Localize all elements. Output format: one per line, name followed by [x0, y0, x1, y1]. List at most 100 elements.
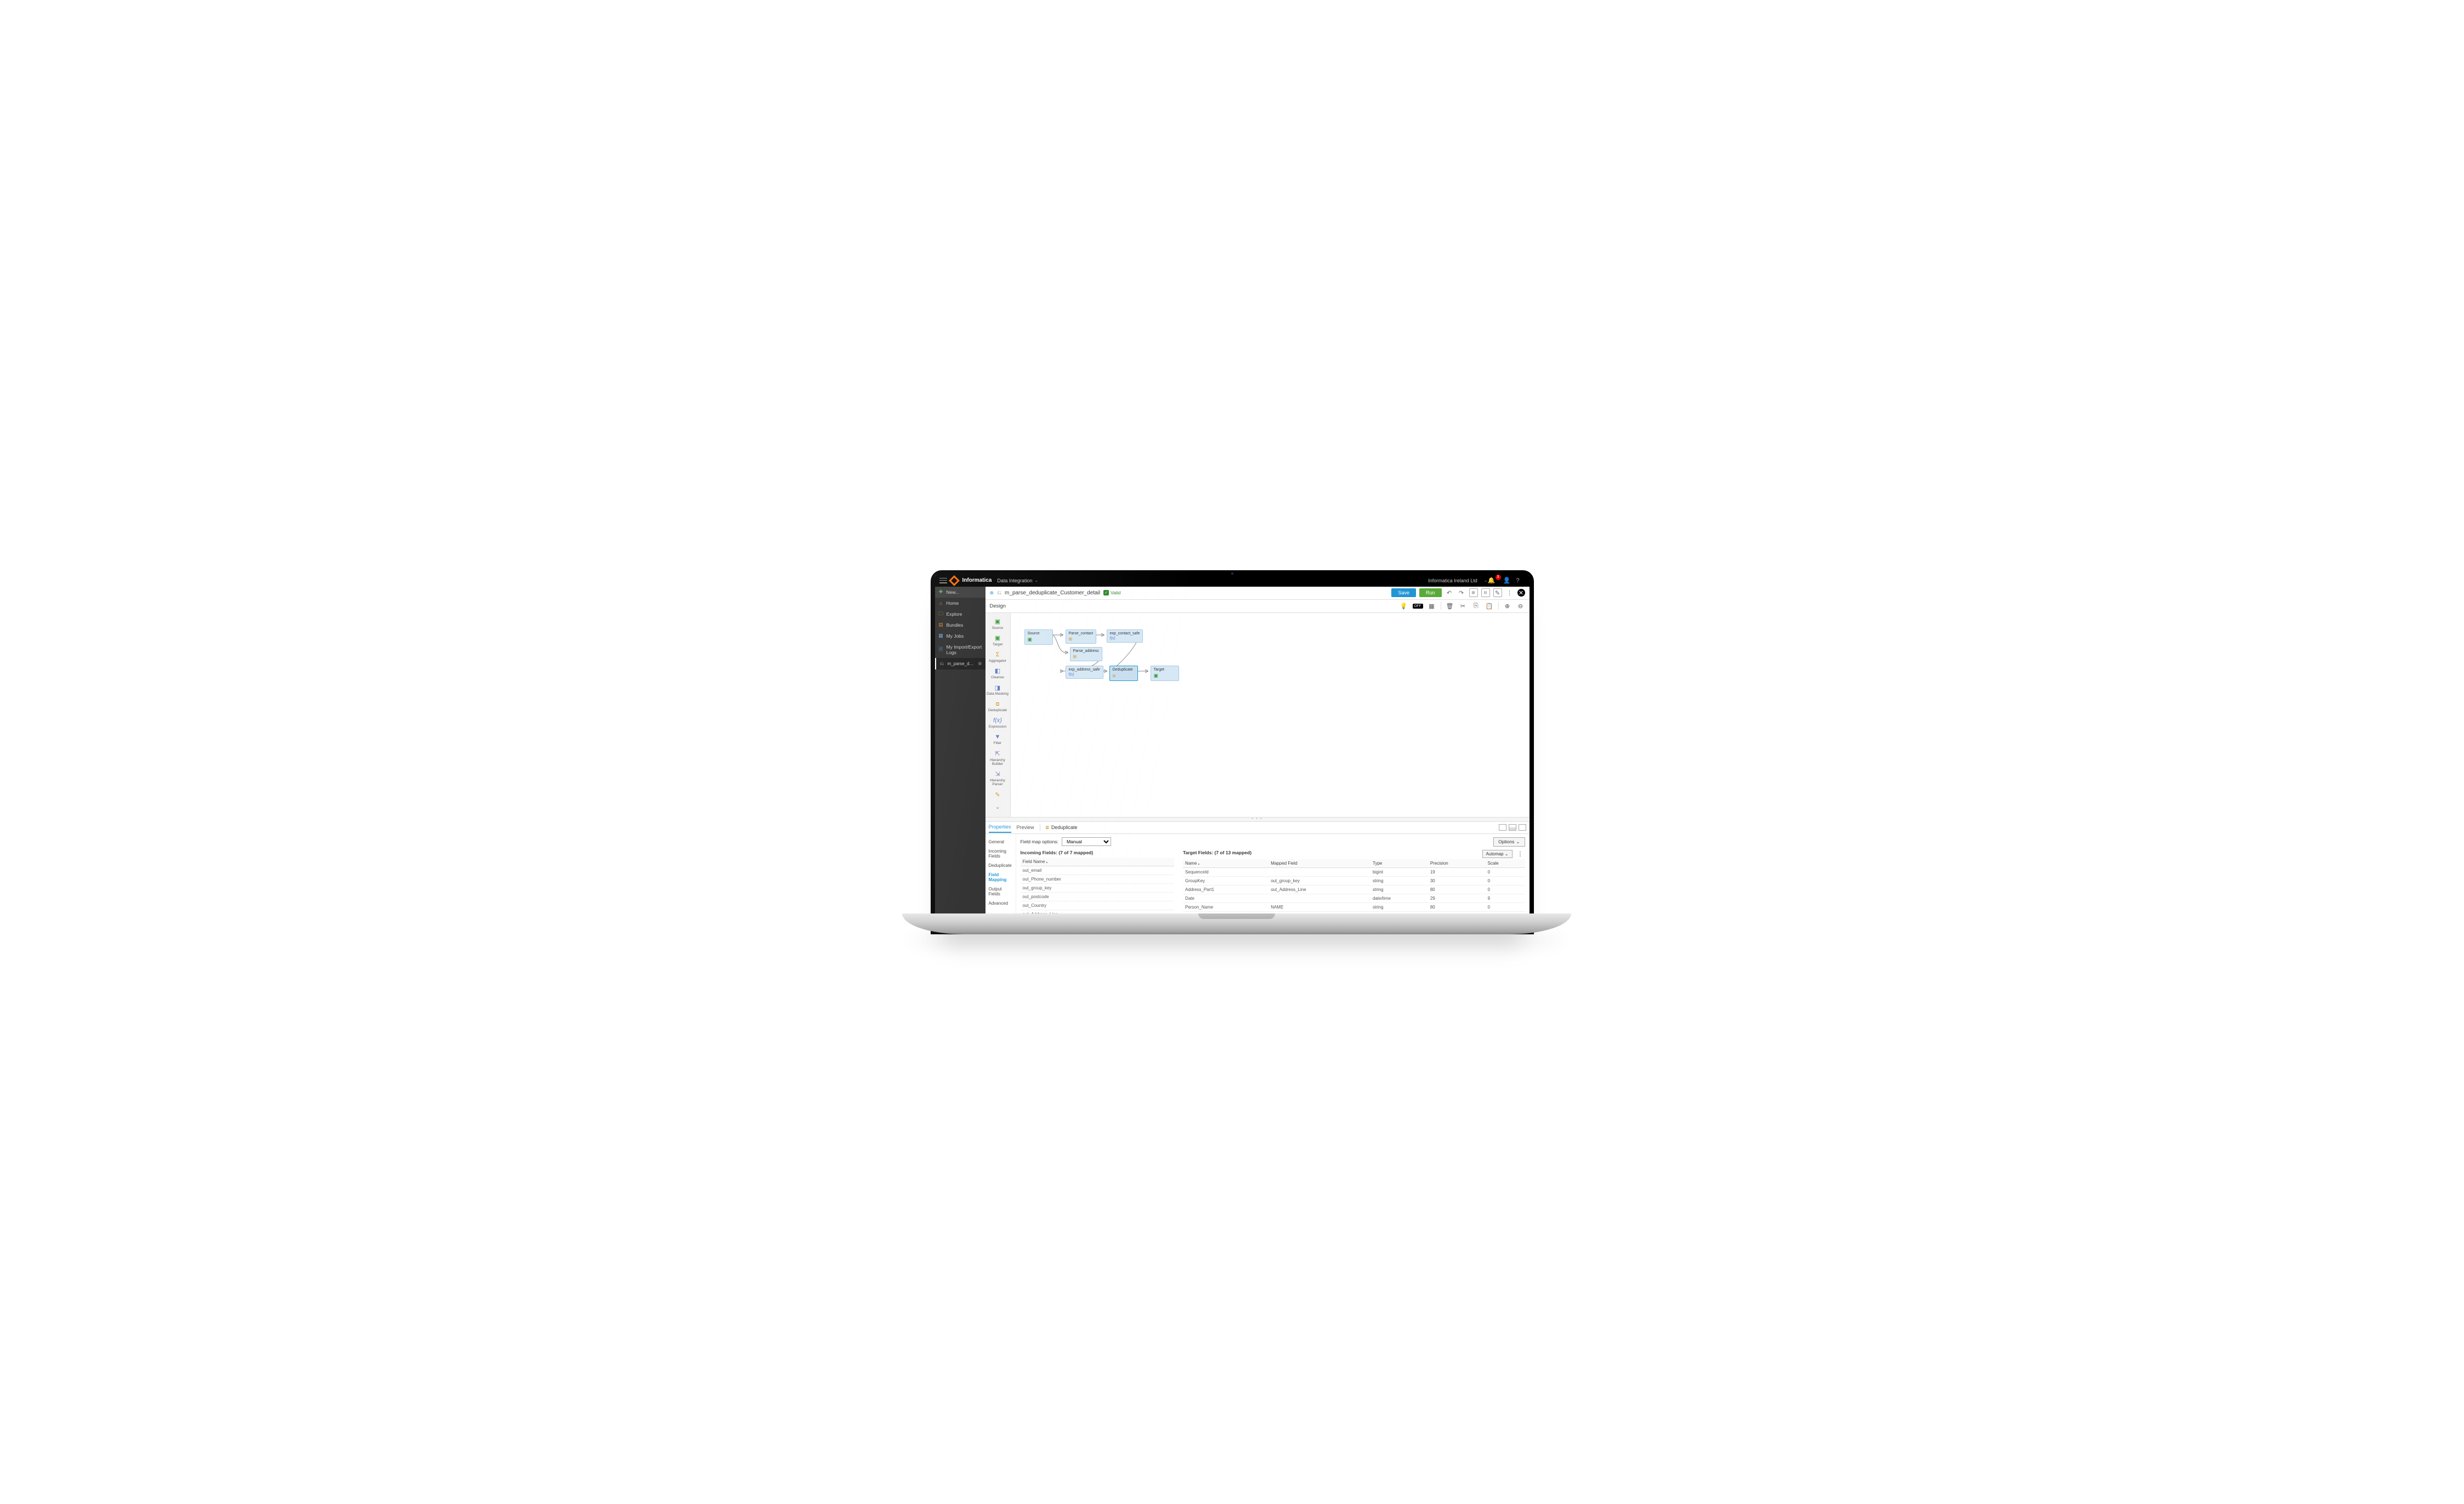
table-row[interactable]: Person_NameNAMEstring800 — [1183, 903, 1525, 911]
pnav-advanced[interactable]: Advanced — [985, 899, 1016, 908]
table-row[interactable]: out_Phone_number — [1021, 875, 1175, 883]
org-name[interactable]: Informatica Ireland Ltd — [1428, 578, 1477, 583]
hamburger-icon[interactable] — [939, 578, 947, 583]
palette-cleanse[interactable]: ◧Cleanse — [987, 666, 1009, 681]
expand-icon[interactable]: ⊕ — [990, 590, 994, 596]
notifications-button[interactable]: 🔔 3 — [1488, 577, 1499, 584]
sidebar-item-myjobs[interactable]: ▦ My Jobs — [935, 631, 985, 642]
palette-hierarchy-builder[interactable]: ⇱Hierarchy Builder — [987, 748, 1009, 768]
palette-more[interactable]: ✎ — [987, 789, 1009, 800]
options-button[interactable]: Options⌄ — [1493, 837, 1525, 847]
palette-source[interactable]: ▣Source — [987, 616, 1009, 632]
pnav-output[interactable]: Output Fields — [985, 884, 1016, 899]
folder-icon: 🗀 — [938, 611, 944, 617]
col-scale[interactable]: Scale — [1486, 859, 1525, 868]
chevron-down-icon[interactable]: ⌄ — [1034, 578, 1038, 583]
toggle-button[interactable]: OFF — [1413, 604, 1423, 609]
sidebar-open-tab[interactable]: ⎌ m_parse_deduplica... ⊗ — [935, 658, 985, 669]
palette-expression[interactable]: f(x)Expression — [987, 715, 1009, 730]
left-sidebar: ✚ New... ⌂ Home 🗀 Explore ▤ Bundles — [935, 587, 985, 915]
target-fields-title: Target Fields: (7 of 13 mapped) — [1183, 850, 1251, 855]
table-row[interactable]: GroupKeyout_group_keystring300 — [1183, 876, 1525, 885]
product-name[interactable]: Data Integration — [997, 578, 1032, 583]
deduplicate-icon: ⧈ — [1046, 825, 1049, 831]
col-name[interactable]: Name▴ — [1183, 859, 1268, 868]
palette-filter[interactable]: ▼Filter — [987, 731, 1009, 747]
col-mapped[interactable]: Mapped Field — [1268, 859, 1370, 868]
pnav-field-mapping[interactable]: Field Mapping — [985, 870, 1016, 884]
palette-scroll-down[interactable]: ⌄ — [987, 801, 1009, 812]
panel-resize-grip[interactable]: • • • — [985, 817, 1530, 821]
sidebar-item-new[interactable]: ✚ New... — [935, 587, 985, 598]
sidebar-item-home[interactable]: ⌂ Home — [935, 598, 985, 609]
palette-target[interactable]: ▣Target — [987, 633, 1009, 648]
redo-icon[interactable]: ↷ — [1457, 588, 1466, 597]
bundles-icon: ▤ — [938, 622, 944, 628]
pnav-general[interactable]: General — [985, 837, 1016, 847]
bulb-icon[interactable]: 💡 — [1400, 601, 1408, 610]
plus-icon: ✚ — [938, 589, 944, 595]
paste-icon[interactable]: 📋 — [1485, 601, 1494, 610]
undo-icon[interactable]: ↶ — [1445, 588, 1454, 597]
sidebar-item-explore[interactable]: 🗀 Explore — [935, 609, 985, 620]
table-row[interactable]: out_postcode — [1021, 892, 1175, 901]
table-row[interactable]: Datedate/time299 — [1183, 894, 1525, 903]
zoom-in-icon[interactable]: ⊕ — [1503, 601, 1512, 610]
col-type[interactable]: Type — [1370, 859, 1428, 868]
node-exp-address[interactable]: exp_address_safef(x) — [1066, 666, 1103, 679]
tab-preview[interactable]: Preview — [1017, 822, 1034, 832]
more-actions-icon[interactable]: ⋮ — [1516, 850, 1525, 858]
node-parse-address[interactable]: Parse_address⊞ — [1070, 647, 1102, 661]
col-field-name[interactable]: Field Name▴ — [1021, 858, 1175, 866]
node-target[interactable]: Target▣ — [1151, 666, 1179, 681]
node-parse-contact[interactable]: Parse_contact⊞ — [1066, 629, 1097, 644]
view-mode-2[interactable] — [1509, 824, 1516, 831]
close-icon[interactable]: ⊗ — [978, 661, 982, 667]
node-source[interactable]: Source▣ — [1024, 629, 1053, 645]
table-row[interactable]: out_group_key — [1021, 883, 1175, 892]
table-row[interactable]: Address_Part1out_Address_Linestring800 — [1183, 885, 1525, 894]
col-precision[interactable]: Precision — [1428, 859, 1486, 868]
pnav-incoming[interactable]: Incoming Fields — [985, 847, 1016, 861]
sql-icon[interactable]: ⊞ — [1469, 588, 1478, 597]
save-button[interactable]: Save — [1391, 588, 1416, 597]
chevron-down-icon[interactable]: ⌄ — [1484, 578, 1488, 583]
more-icon[interactable]: ⋮ — [1505, 588, 1514, 597]
help-icon[interactable]: ? — [1514, 577, 1522, 584]
table-row[interactable]: SequenceIdbigint190 — [1183, 867, 1525, 876]
palette-deduplicate[interactable]: ⧈Deduplicate — [987, 699, 1009, 714]
mapping-canvas[interactable]: Source▣ Parse_contact⊞ exp_contact_safef… — [1011, 613, 1530, 817]
node-exp-contact[interactable]: exp_contact_safef(x) — [1107, 629, 1143, 643]
view-mode-1[interactable] — [1499, 824, 1506, 831]
tab-properties[interactable]: Properties — [989, 822, 1011, 833]
laptop-camera — [1231, 572, 1234, 575]
cut-icon[interactable]: ✂ — [1459, 601, 1468, 610]
sidebar-item-label: Bundles — [947, 622, 964, 628]
properties-panel: Properties Preview ⧈ Deduplicate — [985, 821, 1530, 915]
node-deduplicate[interactable]: Deduplicate⧈ — [1109, 666, 1138, 681]
zoom-out-icon[interactable]: ⊖ — [1516, 601, 1525, 610]
grid-icon[interactable]: ▦ — [1428, 601, 1436, 610]
incoming-fields-table: Field Name▴ out_email out_Phone_number o… — [1021, 858, 1175, 915]
schedule-icon[interactable]: ⊟ — [1481, 588, 1490, 597]
close-doc-icon[interactable]: ✕ — [1517, 589, 1525, 597]
palette-hierarchy-parser[interactable]: ⇲Hierarchy Parser — [987, 769, 1009, 788]
palette-datamasking[interactable]: ◨Data Masking — [987, 682, 1009, 697]
sidebar-item-bundles[interactable]: ▤ Bundles — [935, 620, 985, 631]
field-map-options-select[interactable]: Manual — [1062, 837, 1111, 846]
view-mode-3[interactable] — [1519, 824, 1526, 831]
table-row[interactable]: out_email — [1021, 866, 1175, 875]
pnav-deduplicate[interactable]: Deduplicate — [985, 861, 1016, 870]
informatica-logo-icon — [949, 575, 960, 586]
valid-status-badge: ✓ Valid — [1103, 590, 1120, 595]
user-icon[interactable]: 👤 — [1503, 577, 1511, 584]
automap-button[interactable]: Automap ⌄ — [1482, 850, 1513, 858]
table-row[interactable]: out_Country — [1021, 901, 1175, 910]
run-button[interactable]: Run — [1419, 588, 1442, 597]
sidebar-item-logs[interactable]: 🗎 My Import/Export Logs — [935, 642, 985, 658]
delete-icon[interactable]: 🗑 — [1446, 601, 1454, 610]
copy-icon[interactable]: ⎘ — [1472, 601, 1481, 610]
status-text: Valid — [1111, 590, 1120, 595]
palette-aggregator[interactable]: ΣAggregator — [987, 649, 1009, 665]
edit-icon[interactable]: ✎ — [1493, 588, 1502, 597]
